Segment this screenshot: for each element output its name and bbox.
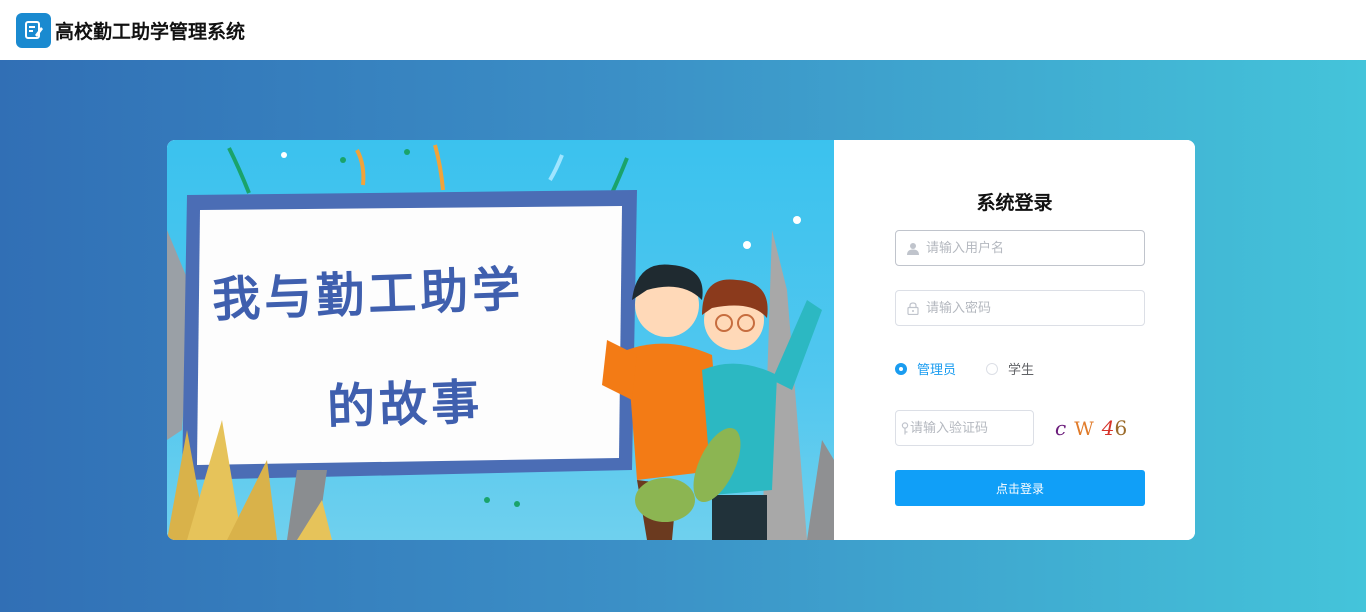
captcha-char: 4 bbox=[1101, 416, 1115, 440]
lock-icon bbox=[896, 301, 926, 315]
login-background: 我与勤工助学 的故事 系统登录 请输入用户名 管理员 学生 请输入验证码 c W… bbox=[0, 60, 1366, 612]
user-icon bbox=[896, 242, 926, 255]
login-title: 系统登录 bbox=[976, 192, 1053, 214]
key-icon bbox=[896, 421, 910, 435]
role-radio-group: 管理员 学生 bbox=[895, 359, 1064, 378]
radio-checked-icon bbox=[895, 362, 907, 375]
app-title: 高校勤工助学管理系统 bbox=[55, 20, 246, 43]
banner-title-line2: 的故事 bbox=[326, 374, 485, 436]
username-input[interactable] bbox=[926, 233, 1144, 263]
login-panel: 系统登录 请输入用户名 管理员 学生 请输入验证码 c W 4 6 点击登录 bbox=[834, 140, 1195, 540]
illustration-banner: 我与勤工助学 的故事 bbox=[167, 140, 834, 540]
banner-artwork bbox=[167, 144, 834, 540]
role-radio-admin[interactable]: 管理员 bbox=[895, 359, 956, 378]
login-submit-button[interactable]: 点击登录 bbox=[895, 470, 1145, 506]
login-card: 我与勤工助学 的故事 系统登录 请输入用户名 管理员 学生 请输入验证码 c W… bbox=[167, 140, 1195, 540]
app-logo-icon bbox=[16, 12, 51, 48]
banner-title-line1: 我与勤工助学 bbox=[211, 261, 526, 329]
captcha-field[interactable] bbox=[895, 410, 1080, 446]
password-field[interactable] bbox=[895, 290, 1145, 326]
captcha-char: W bbox=[1074, 418, 1094, 440]
role-radio-label: 学生 bbox=[1008, 363, 1035, 378]
username-field[interactable] bbox=[895, 230, 1145, 266]
captcha-image[interactable]: c W 4 6 bbox=[1055, 416, 1127, 440]
captcha-char: 6 bbox=[1114, 416, 1128, 440]
radio-unchecked-icon bbox=[986, 362, 999, 375]
password-input[interactable] bbox=[926, 293, 1144, 323]
top-bar: 高校勤工助学管理系统 bbox=[0, 0, 1366, 60]
role-radio-student[interactable]: 学生 bbox=[986, 359, 1034, 378]
role-radio-label: 管理员 bbox=[917, 363, 957, 378]
captcha-char: c bbox=[1055, 416, 1067, 440]
